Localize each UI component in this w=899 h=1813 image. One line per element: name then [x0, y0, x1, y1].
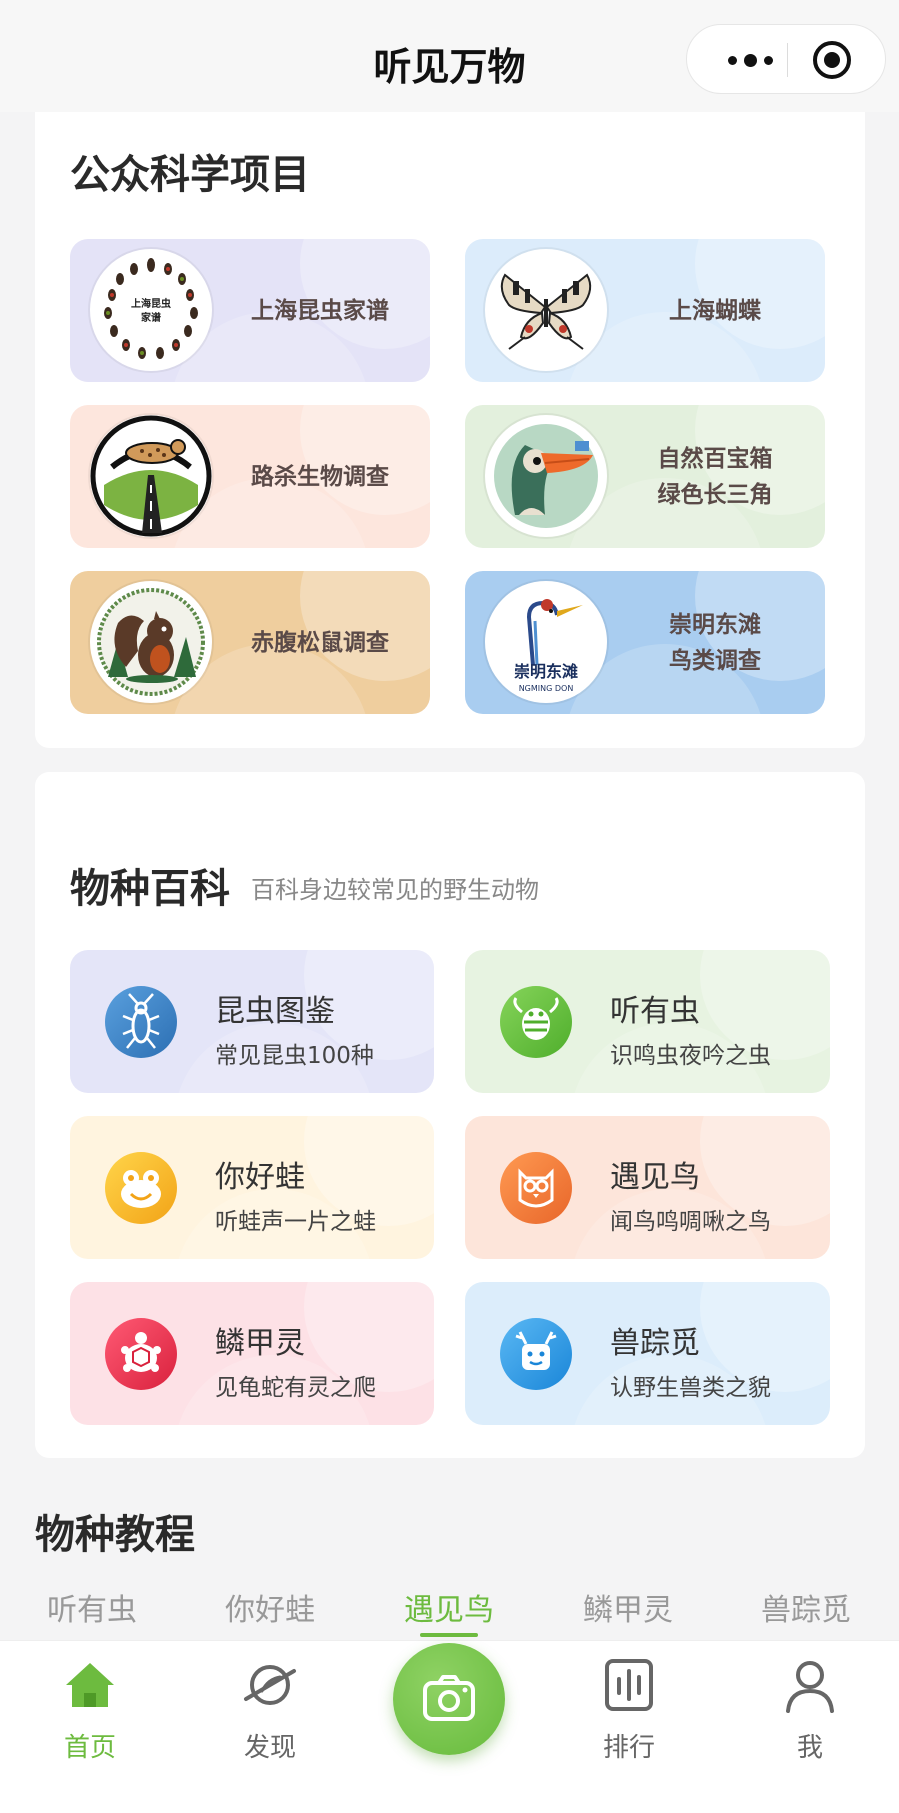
ranking-bars-icon — [605, 1659, 653, 1711]
project-tile-chongming-birds[interactable]: 崇明东滩 NGMING DON 崇明东滩 鸟类调查 — [465, 571, 825, 714]
camera-button[interactable] — [393, 1643, 505, 1755]
tabbar-label: 我 — [796, 1733, 823, 1763]
project-tile-nature-treasure[interactable]: 自然百宝箱 绿色长三角 — [465, 405, 825, 548]
tab-mammals[interactable]: 兽踪觅 — [716, 1585, 896, 1629]
project-label: 上海昆虫家谱 — [251, 297, 389, 324]
tab-hello-frog[interactable]: 你好蛙 — [180, 1585, 360, 1629]
project-tile-insect-pedigree[interactable]: 上海昆虫 家谱 上海昆虫家谱 — [70, 239, 430, 382]
crane-logo: 崇明东滩 NGMING DON — [485, 581, 607, 703]
tab-reptiles[interactable]: 鳞甲灵 — [538, 1585, 718, 1629]
turtle-icon — [105, 1318, 177, 1390]
project-label: 上海蝴蝶 — [669, 297, 761, 324]
project-label: 崇明东滩 鸟类调查 — [669, 611, 761, 674]
butterfly-logo — [485, 249, 607, 371]
owl-icon — [500, 1152, 572, 1224]
cricket-icon — [105, 986, 177, 1058]
planet-icon — [244, 1665, 296, 1705]
encyclopedia-item-name: 听有虫 — [610, 994, 700, 1029]
roadkill-leopard-cat-logo — [90, 415, 212, 537]
encyclopedia-item-meet-birds[interactable]: 遇见鸟 闻鸟鸣啁啾之鸟 — [465, 1116, 830, 1259]
encyclopedia-item-desc: 见龟蛇有灵之爬 — [215, 1375, 376, 1401]
project-tile-butterfly[interactable]: 上海蝴蝶 — [465, 239, 825, 382]
encyclopedia-item-name: 你好蛙 — [215, 1160, 305, 1195]
tab-hear-insects[interactable]: 听有虫 — [2, 1585, 182, 1629]
tabbar-label: 发现 — [243, 1733, 296, 1763]
tabbar-label: 排行 — [602, 1733, 655, 1763]
encyclopedia-item-reptiles[interactable]: 鳞甲灵 见龟蛇有灵之爬 — [70, 1282, 434, 1425]
more-dots-icon[interactable] — [713, 25, 787, 95]
encyclopedia-item-name: 遇见鸟 — [610, 1160, 700, 1195]
svg-text:上海昆虫: 上海昆虫 — [131, 297, 171, 310]
encyclopedia-item-hear-insects[interactable]: 听有虫 识鸣虫夜吟之虫 — [465, 950, 830, 1093]
tab-meet-birds[interactable]: 遇见鸟 — [359, 1585, 539, 1629]
encyclopedia-item-desc: 闻鸟鸣啁啾之鸟 — [610, 1209, 771, 1235]
target-circle-icon[interactable] — [813, 41, 851, 79]
tutorial-title: 物种教程 — [35, 1512, 195, 1558]
citizen-science-title: 公众科学项目 — [70, 152, 310, 198]
project-tile-roadkill[interactable]: 路杀生物调查 — [70, 405, 430, 548]
person-icon — [786, 1661, 834, 1713]
project-label: 路杀生物调查 — [251, 463, 389, 490]
toucan-logo — [485, 415, 607, 537]
svg-text:崇明东滩: 崇明东滩 — [514, 662, 578, 681]
encyclopedia-item-desc: 听蛙声一片之蛙 — [215, 1209, 376, 1235]
encyclopedia-item-desc: 常见昆虫100种 — [215, 1043, 374, 1069]
tabbar-ranking[interactable]: 排行 — [569, 1655, 689, 1764]
tabbar-label: 首页 — [63, 1733, 116, 1763]
encyclopedia-card: 物种百科 百科身边较常见的野生动物 昆虫图鉴 常见昆虫100种 听有虫 识鸣虫夜… — [35, 772, 865, 1458]
encyclopedia-item-hello-frog[interactable]: 你好蛙 听蛙声一片之蛙 — [70, 1116, 434, 1259]
tabbar-me[interactable]: 我 — [750, 1655, 870, 1764]
tabbar-home[interactable]: 首页 — [30, 1655, 150, 1764]
encyclopedia-title: 物种百科 — [70, 866, 230, 912]
tabbar-discover[interactable]: 发现 — [210, 1655, 330, 1764]
deer-icon — [500, 1318, 572, 1390]
svg-text:NGMING DON: NGMING DON — [519, 684, 574, 693]
encyclopedia-item-desc: 认野生兽类之貌 — [610, 1375, 771, 1401]
frog-icon — [105, 1152, 177, 1224]
project-tile-squirrel[interactable]: 赤腹松鼠调查 — [70, 571, 430, 714]
bee-icon — [500, 986, 572, 1058]
project-label: 自然百宝箱 绿色长三角 — [657, 445, 773, 508]
encyclopedia-item-mammals[interactable]: 兽踪觅 认野生兽类之貌 — [465, 1282, 830, 1425]
svg-text:家谱: 家谱 — [141, 311, 161, 324]
top-navbar: 听见万物 — [0, 0, 899, 112]
encyclopedia-item-name: 昆虫图鉴 — [215, 994, 335, 1029]
squirrel-logo — [90, 581, 212, 703]
encyclopedia-item-desc: 识鸣虫夜吟之虫 — [610, 1043, 771, 1069]
active-tab-indicator — [420, 1633, 478, 1637]
encyclopedia-subtitle: 百科身边较常见的野生动物 — [251, 876, 539, 904]
mini-program-capsule — [686, 24, 886, 94]
camera-icon — [423, 1675, 475, 1721]
insect-collection-logo: 上海昆虫 家谱 — [90, 249, 212, 371]
encyclopedia-item-name: 兽踪觅 — [610, 1326, 700, 1361]
capsule-divider — [787, 43, 788, 77]
encyclopedia-item-name: 鳞甲灵 — [215, 1326, 305, 1361]
home-icon — [66, 1663, 114, 1707]
citizen-science-card: 公众科学项目 上海昆虫 家谱 上海昆虫家谱 上海蝴蝶 路杀生物调查 自然百宝箱 … — [35, 112, 865, 748]
project-label: 赤腹松鼠调查 — [251, 629, 389, 656]
tutorial-tabs: 听有虫 你好蛙 遇见鸟 鳞甲灵 兽踪觅 — [0, 1585, 899, 1635]
encyclopedia-item-insect-guide[interactable]: 昆虫图鉴 常见昆虫100种 — [70, 950, 434, 1093]
